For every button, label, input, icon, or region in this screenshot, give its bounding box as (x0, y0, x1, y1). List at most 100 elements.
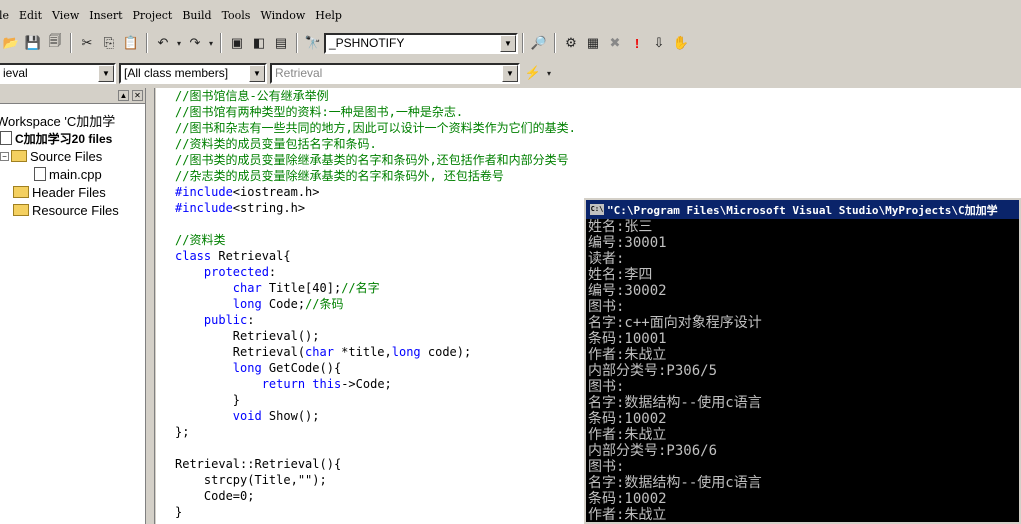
filter-combo-value: [All class members] (124, 66, 229, 80)
tree-source-files[interactable]: − Source Files (0, 147, 145, 165)
copy-icon[interactable]: ⎘ (98, 32, 120, 54)
chevron-down-icon[interactable]: ▼ (500, 34, 516, 52)
workspace-panel: ▲ ✕ Workspace 'C加加学 C加加学习20 files − Sour… (0, 88, 146, 524)
dropdown-icon[interactable]: ▾ (544, 62, 554, 84)
member-combo-value: Retrieval (275, 66, 323, 80)
class-combo[interactable]: ieval ▼ (0, 62, 116, 84)
code-line: //图书馆有两种类型的资料:一种是图书,一种是杂志. (175, 105, 464, 119)
code-line: #include<iostream.h> (175, 185, 320, 199)
code-line: Code=0; (175, 489, 255, 503)
code-line: //图书馆信息-公有继承举例 (175, 89, 329, 103)
project-icon (0, 131, 12, 145)
cut-icon[interactable]: ✂ (76, 32, 98, 54)
menu-insert[interactable]: Insert (84, 9, 127, 22)
console-line: 名字:数据结构--使用c语言 (588, 475, 762, 491)
symbol-combo-value: _PSHNOTIFY (329, 36, 405, 50)
code-line: //资料类 (175, 233, 226, 247)
symbol-combo[interactable]: _PSHNOTIFY ▼ (324, 32, 518, 54)
console-line: 内部分类号:P306/6 (588, 443, 718, 459)
open-icon[interactable]: 📂 (0, 32, 22, 54)
execute-icon[interactable]: ! (626, 32, 648, 54)
menu-tools[interactable]: Tools (217, 9, 256, 22)
source-code[interactable]: //图书馆信息-公有继承举例 //图书馆有两种类型的资料:一种是图书,一种是杂志.… (175, 88, 576, 520)
tree-workspace-root[interactable]: Workspace 'C加加学 (0, 111, 145, 129)
console-line: 条码:10002 (588, 491, 667, 507)
console-line: 编号:30001 (588, 235, 667, 251)
toolbar-separator (522, 33, 524, 53)
menu-file[interactable]: le (0, 9, 14, 22)
toolbar-separator (296, 33, 298, 53)
code-line: public: (175, 313, 255, 327)
close-icon[interactable]: ✕ (132, 90, 143, 101)
code-line: Retrieval(); (175, 329, 320, 343)
toolbar-separator (554, 33, 556, 53)
toolbar-separator (70, 33, 72, 53)
find-icon[interactable]: 🔎 (528, 32, 550, 54)
workspace-header: ▲ ✕ (0, 88, 145, 104)
workspace-window-icon[interactable]: ▣ (226, 32, 248, 54)
compile-icon[interactable]: ⚙ (560, 32, 582, 54)
console-line: 名字:数据结构--使用c语言 (588, 395, 762, 411)
folder-open-icon (11, 150, 27, 162)
tree-project[interactable]: C加加学习20 files (0, 129, 145, 147)
console-icon: C:\ (590, 204, 604, 215)
console-title-bar[interactable]: C:\ "C:\Program Files\Microsoft Visual S… (586, 200, 1019, 219)
save-icon[interactable]: 💾 (22, 32, 44, 54)
code-line: void Show(); (232, 409, 320, 423)
tree-header-files[interactable]: Header Files (13, 183, 145, 201)
redo-icon[interactable]: ↷ (184, 32, 206, 54)
console-output: 姓名:张三 编号:30001 读者: 姓名:李四 编号:30002 图书: 名字:c++面向… (586, 219, 1019, 523)
console-line: 姓名:李四 (588, 267, 653, 283)
dropdown-icon[interactable]: ▾ (206, 32, 216, 54)
output-window-icon[interactable]: ◧ (248, 32, 270, 54)
code-line: long Code;//条码 (232, 297, 344, 311)
console-window[interactable]: C:\ "C:\Program Files\Microsoft Visual S… (584, 198, 1021, 524)
dock-icon[interactable]: ▲ (118, 90, 129, 101)
stop-build-icon[interactable]: ✖ (604, 32, 626, 54)
code-line: } (175, 505, 183, 519)
chevron-down-icon[interactable]: ▼ (502, 64, 518, 82)
window-list-icon[interactable]: ▤ (270, 32, 292, 54)
breakpoint-hand-icon[interactable]: ✋ (670, 32, 692, 54)
menu-edit[interactable]: Edit (14, 9, 47, 22)
tree-item-label: Source Files (30, 148, 103, 164)
console-title: "C:\Program Files\Microsoft Visual Studi… (607, 203, 998, 217)
cpp-file-icon (34, 167, 46, 181)
console-line: 作者:朱战立 (588, 507, 667, 523)
paste-icon[interactable]: 📋 (120, 32, 142, 54)
code-line: return this->Code; (261, 377, 392, 391)
console-line: 姓名:张三 (588, 219, 653, 235)
find-in-files-icon[interactable]: 🔭 (302, 32, 324, 54)
build-icon[interactable]: ▦ (582, 32, 604, 54)
chevron-down-icon[interactable]: ▼ (249, 64, 265, 82)
code-line: }; (175, 425, 190, 439)
save-all-icon[interactable]: 🗐 (44, 32, 66, 54)
splitter[interactable] (147, 88, 155, 524)
menu-window[interactable]: Window (255, 9, 310, 22)
code-line: //资料类的成员变量包括名字和条码. (175, 137, 377, 151)
console-line: 图书: (588, 459, 625, 475)
undo-icon[interactable]: ↶ (152, 32, 174, 54)
filter-combo[interactable]: [All class members] ▼ (119, 62, 267, 84)
tree-main-cpp[interactable]: main.cpp (34, 165, 145, 183)
chevron-down-icon[interactable]: ▼ (98, 64, 114, 82)
go-icon[interactable]: ⇩ (648, 32, 670, 54)
member-combo[interactable]: Retrieval ▼ (270, 62, 520, 84)
console-line: 内部分类号:P306/5 (588, 363, 718, 379)
folder-icon (13, 204, 29, 216)
code-line: strcpy(Title,""); (175, 473, 327, 487)
menu-build[interactable]: Build (177, 9, 216, 22)
collapse-icon[interactable]: − (0, 151, 9, 161)
console-line: 读者: (588, 251, 625, 267)
console-line: 条码:10001 (588, 331, 667, 347)
dropdown-icon[interactable]: ▾ (174, 32, 184, 54)
menu-help[interactable]: Help (310, 9, 347, 22)
wizard-action-icon[interactable]: ⚡ (522, 62, 544, 84)
code-line: } (175, 393, 241, 407)
menu-project[interactable]: Project (128, 9, 178, 22)
console-line: 图书: (588, 379, 625, 395)
tree-resource-files[interactable]: Resource Files (13, 201, 145, 219)
tree-item-label: Workspace 'C加加学 (0, 113, 116, 129)
menu-view[interactable]: View (47, 9, 84, 22)
